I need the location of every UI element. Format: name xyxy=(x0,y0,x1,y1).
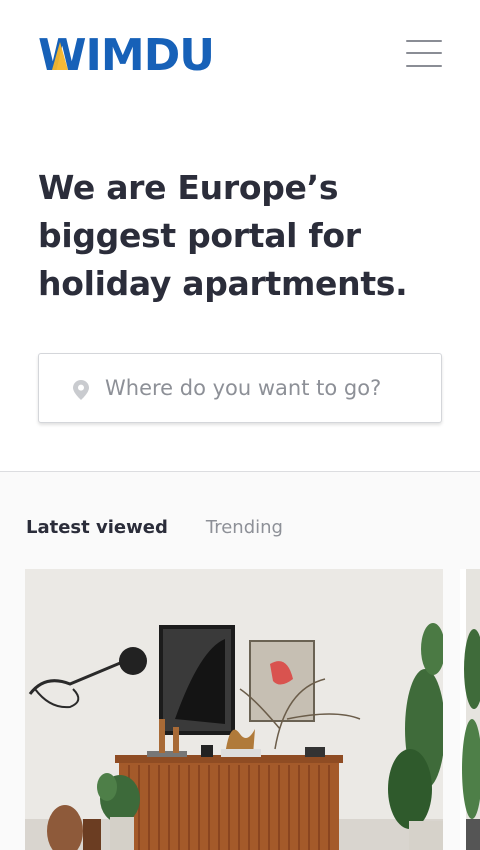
apartment-interior-photo xyxy=(25,569,443,850)
listing-card-next[interactable] xyxy=(460,569,480,850)
header: WIMDU xyxy=(0,0,480,100)
menu-line xyxy=(406,65,442,67)
tab-trending[interactable]: Trending xyxy=(206,516,283,546)
menu-line xyxy=(406,40,442,42)
wimdu-logo[interactable]: WIMDU xyxy=(38,30,224,81)
menu-line xyxy=(406,52,442,54)
search-box[interactable] xyxy=(38,353,442,423)
listing-card[interactable] xyxy=(25,569,443,850)
tab-latest-viewed[interactable]: Latest viewed xyxy=(26,516,168,546)
listing-tabs: Latest viewed Trending xyxy=(26,516,283,546)
apartment-interior-photo-partial xyxy=(460,569,480,850)
hamburger-menu-icon[interactable] xyxy=(404,38,444,70)
listings-section: Latest viewed Trending xyxy=(0,472,480,850)
hero-title: We are Europe’s biggest portal for holid… xyxy=(38,168,408,303)
map-pin-icon xyxy=(73,380,89,400)
search-input[interactable] xyxy=(105,354,425,422)
